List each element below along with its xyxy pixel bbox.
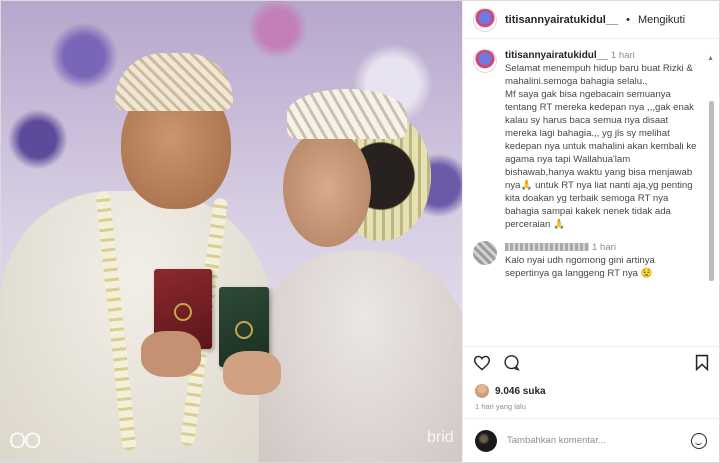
avatar[interactable] xyxy=(473,49,497,73)
comment-content: 1 hari Kalo nyai udh ngomong gini artiny… xyxy=(505,241,701,280)
blurred-username[interactable] xyxy=(505,243,589,252)
heart-icon[interactable] xyxy=(473,355,491,375)
comments-list[interactable]: titisannyairatukidul__ 1 hari Selamat men… xyxy=(463,39,719,346)
garuda-emblem-icon xyxy=(235,320,253,339)
avatar xyxy=(475,429,497,452)
comment-text: Selamat menempuh hidup baru buat Rizki &… xyxy=(505,63,697,230)
groom-hand xyxy=(141,331,201,377)
follow-status-button[interactable]: Mengikuti xyxy=(638,14,685,26)
scrollbar[interactable]: ▲ xyxy=(707,53,717,321)
separator-dot: • xyxy=(626,13,630,26)
post-header: titisannyairatukidul__ • Mengikuti xyxy=(463,1,719,39)
avatar[interactable] xyxy=(475,384,489,398)
action-bar xyxy=(463,346,719,382)
comment-time: 1 hari xyxy=(592,242,616,253)
add-comment-bar: Tambahkan komentar... xyxy=(463,418,719,462)
bride-head xyxy=(283,129,371,247)
comment-content: titisannyairatukidul__ 1 hari Selamat men… xyxy=(505,49,701,231)
bride-hand xyxy=(223,351,281,395)
comment-time: 1 hari xyxy=(610,50,635,61)
likes-row: 9.046 suka xyxy=(463,382,719,400)
garuda-emblem-icon xyxy=(174,302,192,321)
blangkon-hat xyxy=(115,53,233,111)
instagram-post: OO brid titisannyairatukidul__ • Mengiku… xyxy=(0,0,720,463)
likes-count[interactable]: 9.046 suka xyxy=(495,386,546,397)
bride-crown xyxy=(287,89,407,139)
list-item: 1 hari Kalo nyai udh ngomong gini artiny… xyxy=(473,241,701,280)
comment-like-heart-icon[interactable]: ♡ xyxy=(685,345,695,346)
post-timestamp: 1 hari yang lalu xyxy=(475,402,526,411)
photo-watermark-right: brid xyxy=(427,429,454,446)
comment-username[interactable]: titisannyairatukidul__ xyxy=(505,50,608,61)
photo-watermark-left: OO xyxy=(9,428,41,453)
avatar[interactable] xyxy=(473,7,497,32)
emoji-icon[interactable] xyxy=(691,432,707,449)
caption-comment: titisannyairatukidul__ 1 hari Selamat men… xyxy=(473,49,701,231)
scroll-up-icon[interactable]: ▲ xyxy=(707,55,714,62)
header-username[interactable]: titisannyairatukidul__ xyxy=(505,14,618,26)
bookmark-icon[interactable] xyxy=(695,354,709,375)
comment-icon[interactable] xyxy=(503,354,520,375)
scrollbar-thumb[interactable] xyxy=(709,101,714,281)
comment-text: Kalo nyai udh ngomong gini artinya seper… xyxy=(505,255,655,279)
post-photo[interactable]: OO brid xyxy=(1,1,462,462)
comment-input[interactable]: Tambahkan komentar... xyxy=(507,435,681,446)
post-side-panel: titisannyairatukidul__ • Mengikuti titis… xyxy=(462,1,719,462)
avatar[interactable] xyxy=(473,241,497,265)
